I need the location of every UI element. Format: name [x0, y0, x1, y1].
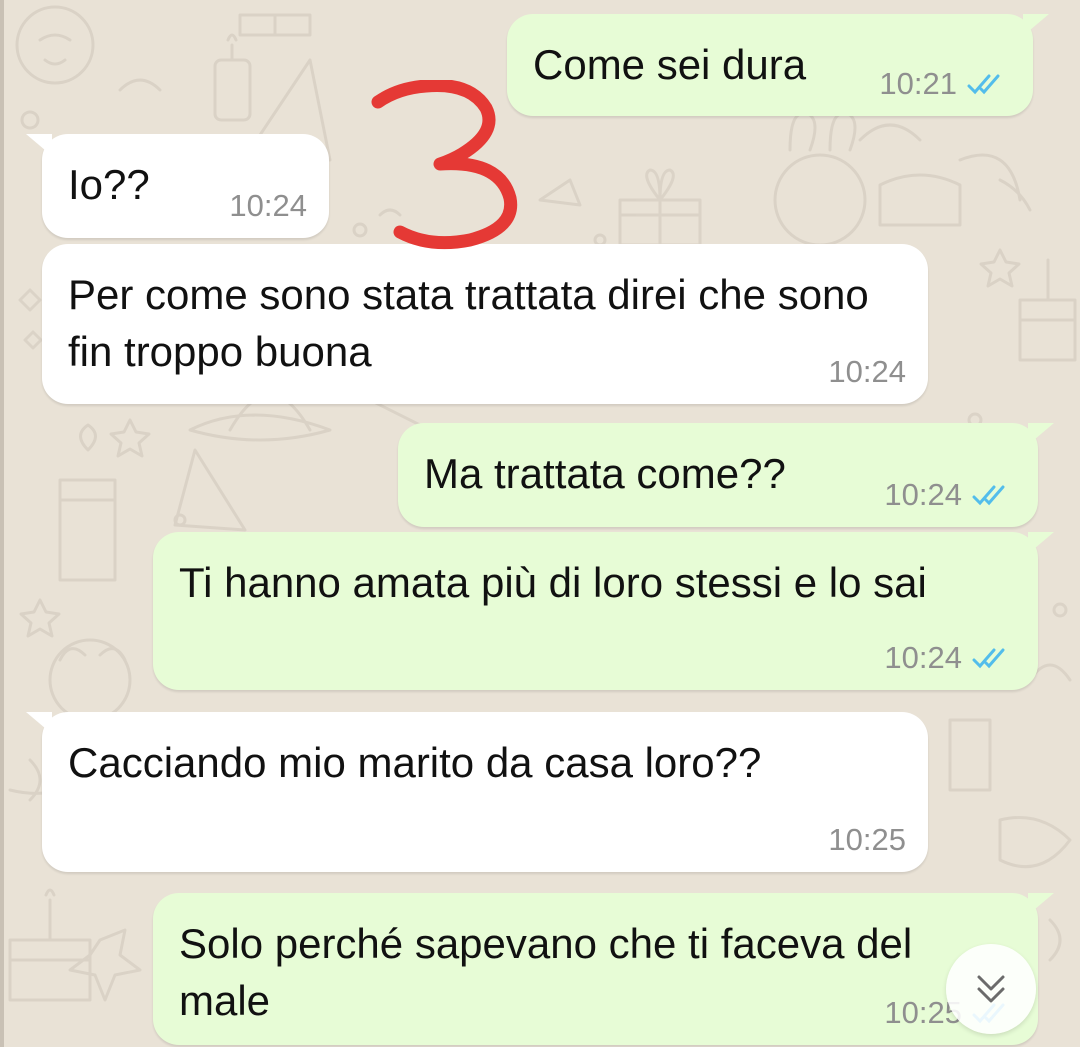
message-time: 10:25 — [828, 822, 906, 857]
message-text: Per come sono stata trattata direi che s… — [68, 271, 881, 375]
message-outgoing[interactable]: Come sei dura 10:21 — [507, 14, 1049, 116]
handwritten-number-annotation — [371, 80, 518, 250]
message-time: 10:24 — [884, 477, 962, 512]
message-meta: 10:21 — [879, 66, 1011, 102]
message-time: 10:21 — [879, 66, 957, 101]
double-check-read-icon — [972, 485, 1005, 506]
message-text: Cacciando mio marito da casa loro?? — [68, 739, 762, 786]
message-meta: 10:24 — [828, 354, 906, 390]
double-check-read-icon — [972, 648, 1005, 669]
message-outgoing[interactable]: Solo perché sapevano che ti faceva del m… — [153, 893, 1054, 1045]
message-outgoing[interactable]: Ti hanno amata più di loro stessi e lo s… — [153, 532, 1054, 690]
message-time: 10:24 — [229, 188, 307, 223]
message-meta: 10:24 — [884, 640, 1016, 676]
scroll-to-bottom-button[interactable] — [946, 944, 1036, 1034]
message-outgoing[interactable]: Ma trattata come?? 10:24 — [398, 423, 1054, 527]
double-check-read-icon — [967, 74, 1000, 95]
message-time: 10:24 — [884, 640, 962, 675]
message-text: Ti hanno amata più di loro stessi e lo s… — [179, 559, 927, 606]
message-incoming[interactable]: Io?? 10:24 — [26, 134, 329, 238]
message-time: 10:24 — [828, 354, 906, 389]
message-incoming[interactable]: Per come sono stata trattata direi che s… — [42, 244, 928, 404]
double-chevron-down-icon — [977, 975, 1005, 1003]
message-meta: 10:25 — [828, 822, 906, 858]
message-incoming[interactable]: Cacciando mio marito da casa loro?? 10:2… — [26, 712, 928, 872]
message-list[interactable]: Come sei dura 10:21 Io?? 10:24 Per come … — [0, 0, 1080, 1047]
message-meta: 10:24 — [229, 188, 307, 224]
message-meta: 10:24 — [884, 477, 1016, 513]
